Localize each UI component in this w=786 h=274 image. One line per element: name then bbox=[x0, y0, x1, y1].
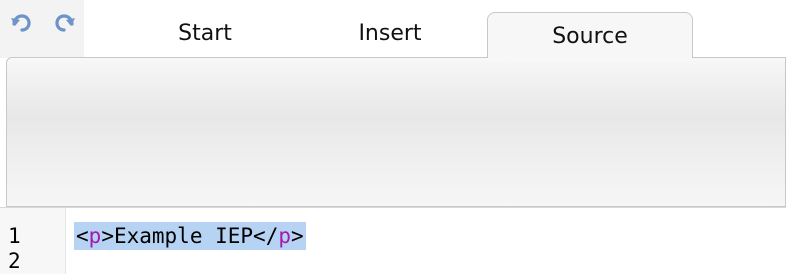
open-tag-end: > bbox=[101, 224, 114, 248]
paragraph-text: Example IEP bbox=[113, 224, 254, 248]
tab-source-label: Source bbox=[552, 24, 628, 49]
ribbon-panel bbox=[6, 57, 786, 207]
tab-insert-label: Insert bbox=[358, 20, 422, 46]
top-toolbar: Start Insert Source bbox=[0, 0, 786, 58]
line-number: 2 bbox=[8, 249, 21, 273]
redo-icon[interactable] bbox=[52, 10, 78, 36]
editor-app: Start Insert Source 1 2 <p>Example IEP</… bbox=[0, 0, 786, 274]
undo-icon[interactable] bbox=[8, 10, 34, 36]
close-tag-end: > bbox=[291, 224, 304, 248]
tab-start[interactable]: Start bbox=[125, 12, 285, 54]
code-line-selected[interactable]: <p>Example IEP</p> bbox=[74, 222, 306, 250]
tab-source[interactable]: Source bbox=[487, 12, 693, 58]
line-number: 1 bbox=[8, 224, 21, 248]
tab-insert[interactable]: Insert bbox=[310, 12, 470, 54]
close-bracket: </ bbox=[253, 224, 279, 248]
open-tag-name: p bbox=[88, 224, 102, 248]
tab-start-label: Start bbox=[178, 20, 232, 46]
undo-redo-group bbox=[0, 0, 84, 58]
open-bracket: < bbox=[76, 224, 89, 248]
source-editor[interactable]: 1 2 <p>Example IEP</p> bbox=[0, 207, 786, 274]
line-number-gutter: 1 2 bbox=[0, 208, 66, 274]
close-tag-name: p bbox=[278, 224, 291, 248]
